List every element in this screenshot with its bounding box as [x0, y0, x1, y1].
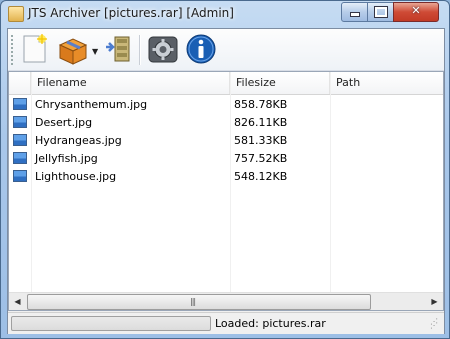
- scrollbar-thumb[interactable]: |||: [27, 294, 371, 310]
- status-text: Loaded: pictures.rar: [215, 317, 326, 330]
- filesize-cell: 826.11KB: [234, 116, 288, 129]
- extract-icon: [106, 36, 130, 62]
- filename-cell: Lighthouse.jpg: [35, 170, 117, 183]
- progress-bar: [11, 316, 211, 331]
- column-header-icon[interactable]: [9, 72, 31, 94]
- column-header-filename[interactable]: Filename: [31, 72, 230, 94]
- filename-cell: Chrysanthemum.jpg: [35, 98, 148, 111]
- image-file-icon: [13, 96, 29, 114]
- window-title: JTS Archiver [pictures.rar] [Admin]: [28, 6, 234, 20]
- settings-button[interactable]: [147, 33, 179, 65]
- list-rows: Chrysanthemum.jpg 858.78KB Desert.jpg 82…: [9, 95, 443, 290]
- toolbar-separator: [139, 35, 141, 65]
- filename-cell: Jellyfish.jpg: [35, 152, 98, 165]
- minimize-icon: [350, 12, 360, 17]
- toolbar: ▼: [8, 29, 444, 71]
- table-row[interactable]: Hydrangeas.jpg 581.33KB: [9, 132, 443, 150]
- minimize-button[interactable]: [341, 2, 369, 22]
- column-header-filesize[interactable]: Filesize: [230, 72, 330, 94]
- image-file-icon: [13, 114, 29, 132]
- filesize-cell: 757.52KB: [234, 152, 288, 165]
- gear-icon: [148, 36, 178, 63]
- archive-app-icon: [8, 6, 24, 22]
- extract-button[interactable]: [103, 33, 135, 65]
- resize-grip-icon[interactable]: ⋰ ⋰: [430, 318, 438, 330]
- open-archive-button[interactable]: [56, 33, 88, 65]
- image-file-icon: [13, 168, 29, 186]
- table-row[interactable]: Jellyfish.jpg 757.52KB: [9, 150, 443, 168]
- new-document-icon: [23, 34, 47, 63]
- scroll-left-icon[interactable]: ◀: [9, 293, 26, 310]
- status-bar: Loaded: pictures.rar ⋰ ⋰: [8, 312, 444, 334]
- maximize-button[interactable]: [367, 2, 395, 22]
- filename-cell: Desert.jpg: [35, 116, 93, 129]
- table-row[interactable]: Desert.jpg 826.11KB: [9, 114, 443, 132]
- scrollbar-grip-icon: |||: [190, 297, 196, 306]
- table-row[interactable]: Lighthouse.jpg 548.12KB: [9, 168, 443, 186]
- image-file-icon: [13, 150, 29, 168]
- filename-cell: Hydrangeas.jpg: [35, 134, 122, 147]
- horizontal-scrollbar[interactable]: ◀ ||| ▶: [9, 292, 443, 310]
- client-area: ▼ Filename Filesize Path Chrysanthemum.j…: [7, 28, 445, 334]
- about-button[interactable]: [185, 33, 217, 65]
- table-row[interactable]: Chrysanthemum.jpg 858.78KB: [9, 96, 443, 114]
- scroll-right-icon[interactable]: ▶: [426, 293, 443, 310]
- column-header-path[interactable]: Path: [330, 72, 443, 94]
- image-file-icon: [13, 132, 29, 150]
- open-dropdown-arrow-icon[interactable]: ▼: [92, 47, 98, 56]
- title-bar[interactable]: JTS Archiver [pictures.rar] [Admin] ✕: [1, 1, 449, 27]
- maximize-icon: [374, 6, 388, 18]
- new-archive-button[interactable]: [18, 33, 50, 65]
- open-box-icon: [58, 38, 88, 65]
- info-icon: [186, 34, 216, 64]
- close-icon: ✕: [411, 4, 421, 17]
- app-window: JTS Archiver [pictures.rar] [Admin] ✕ ▼ …: [0, 0, 450, 339]
- filesize-cell: 581.33KB: [234, 134, 288, 147]
- close-button[interactable]: ✕: [393, 2, 439, 22]
- filesize-cell: 858.78KB: [234, 98, 288, 111]
- file-list[interactable]: Filename Filesize Path Chrysanthemum.jpg…: [8, 71, 444, 311]
- toolbar-grip[interactable]: [11, 35, 13, 65]
- list-header: Filename Filesize Path: [9, 72, 443, 95]
- filesize-cell: 548.12KB: [234, 170, 288, 183]
